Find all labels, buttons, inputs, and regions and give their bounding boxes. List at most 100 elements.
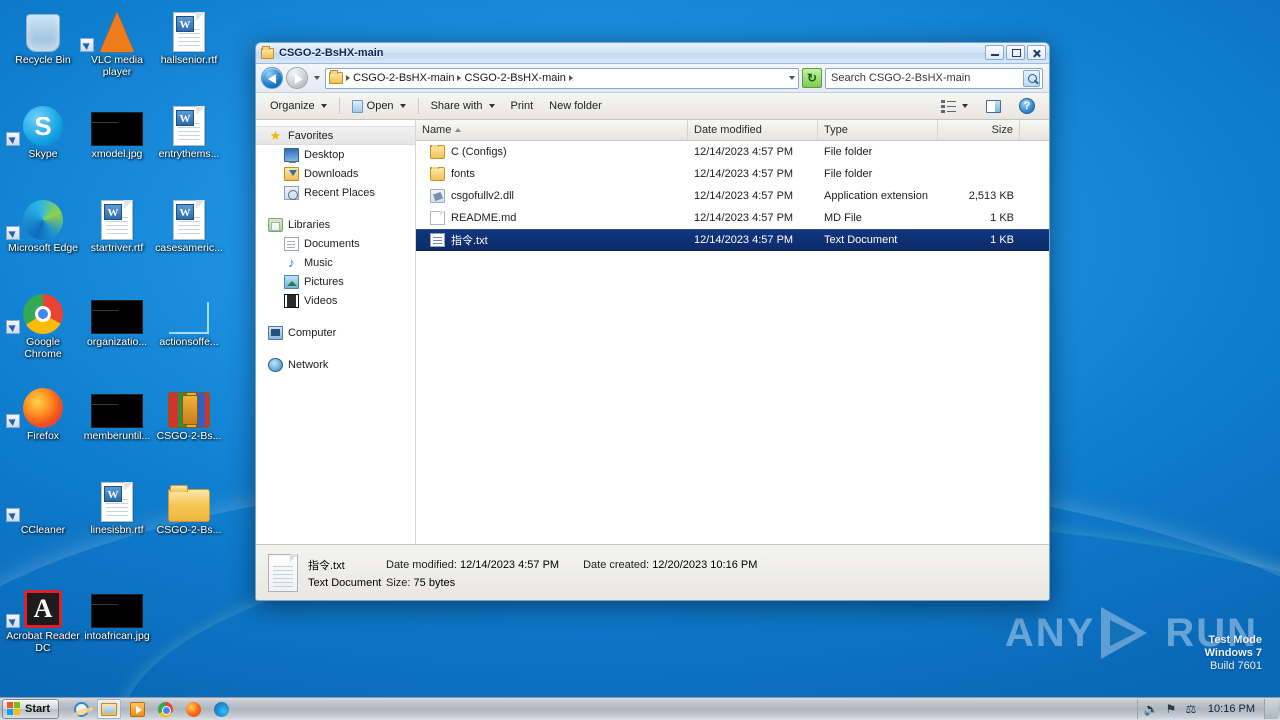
nav-pane-item-videos[interactable]: Videos bbox=[256, 291, 415, 310]
column-header-label: Size bbox=[991, 124, 1013, 136]
help-button[interactable]: ? bbox=[1011, 96, 1043, 117]
nav-pane-item-favorites[interactable]: ★ Favorites bbox=[256, 126, 415, 145]
nav-pane-item-pictures[interactable]: Pictures bbox=[256, 272, 415, 291]
desktop-icon-vlc-media-player[interactable]: VLC media player bbox=[80, 6, 154, 78]
taskbar[interactable]: Start 🔊 ⚑ ⚖ 10:16 PM bbox=[0, 697, 1280, 720]
taskbar-windows-explorer-button[interactable] bbox=[97, 699, 122, 719]
desktop-icon-ccleaner[interactable]: CCleaner bbox=[6, 476, 80, 537]
word-document-icon: W bbox=[80, 476, 154, 522]
preview-pane-button[interactable] bbox=[978, 96, 1009, 117]
desktop-icon bbox=[284, 147, 299, 163]
refresh-button[interactable]: ↻ bbox=[802, 68, 822, 88]
desktop-icon-startriver-rtf[interactable]: Wstartriver.rtf bbox=[80, 194, 154, 255]
table-row[interactable]: C (Configs) 12/14/2023 4:57 PM File folder bbox=[416, 141, 1049, 163]
show-desktop-button[interactable] bbox=[1264, 699, 1278, 719]
open-button[interactable]: Open bbox=[344, 96, 414, 117]
action-center-icon[interactable]: ⚖ bbox=[1184, 702, 1198, 716]
table-row[interactable]: csgofullv2.dll 12/14/2023 4:57 PM Applicat… bbox=[416, 185, 1049, 207]
desktop-icon-label: linesisbn.rtf bbox=[90, 524, 144, 536]
table-row[interactable]: 指令.txt 12/14/2023 4:57 PM Text Document 1 K… bbox=[416, 229, 1049, 251]
desktop-icon-recycle-bin[interactable]: Recycle Bin bbox=[6, 6, 80, 67]
taskbar-firefox-button[interactable] bbox=[181, 699, 205, 719]
desktop-icon-xmodel-jpg[interactable]: xmodel.jpg bbox=[80, 100, 154, 161]
change-view-button[interactable] bbox=[933, 96, 976, 117]
search-box[interactable]: Search CSGO-2-BsHX-main bbox=[825, 67, 1043, 89]
navigation-bar: CSGO-2-BsHX-main CSGO-2-BsHX-main ↻ Sear… bbox=[256, 64, 1049, 93]
search-input[interactable]: Search CSGO-2-BsHX-main bbox=[831, 72, 1023, 84]
file-list[interactable]: C (Configs) 12/14/2023 4:57 PM File folder… bbox=[416, 141, 1049, 544]
desktop-icon-skype[interactable]: S Skype bbox=[6, 100, 80, 161]
taskbar-internet-explorer-button[interactable] bbox=[69, 699, 93, 719]
breadcrumb-item-2[interactable]: CSGO-2-BsHX-main bbox=[464, 72, 565, 84]
desktop-icon-intoafrican-jpg[interactable]: intoafrican.jpg bbox=[80, 582, 154, 643]
nav-pane-label: Pictures bbox=[304, 275, 344, 288]
file-date-modified: 12/14/2023 4:57 PM bbox=[694, 212, 794, 224]
chevron-down-icon[interactable] bbox=[789, 76, 795, 80]
column-header-type[interactable]: Type bbox=[818, 120, 938, 140]
image-thumbnail-icon bbox=[80, 582, 154, 628]
column-header-blank[interactable] bbox=[1020, 120, 1049, 140]
test-mode-watermark: Test Mode Windows 7 Build 7601 bbox=[1205, 634, 1262, 673]
nav-pane-item-network[interactable]: Network bbox=[256, 355, 415, 374]
nav-pane-item-libraries[interactable]: Libraries bbox=[256, 215, 415, 234]
column-header-size[interactable]: Size bbox=[938, 120, 1020, 140]
file-size: 1 KB bbox=[990, 234, 1014, 246]
back-button[interactable] bbox=[261, 67, 283, 89]
desktop-icon-organizatio[interactable]: organizatio... bbox=[80, 288, 154, 349]
nav-pane-item-recent-places[interactable]: Recent Places bbox=[256, 183, 415, 202]
folder-icon bbox=[430, 145, 445, 159]
desktop-icon-label: casesameric... bbox=[155, 242, 223, 254]
volume-icon[interactable]: 🔊 bbox=[1144, 702, 1159, 716]
nav-pane-item-desktop[interactable]: Desktop bbox=[256, 145, 415, 164]
breadcrumb-item-1[interactable]: CSGO-2-BsHX-main bbox=[353, 72, 454, 84]
column-header-row[interactable]: Name Date modified Type Size bbox=[416, 120, 1049, 141]
desktop-icon-memberuntil[interactable]: memberuntil... bbox=[80, 382, 154, 443]
desktop-icon-label: Microsoft Edge bbox=[7, 242, 79, 254]
close-button[interactable] bbox=[1027, 45, 1046, 60]
address-bar[interactable]: CSGO-2-BsHX-main CSGO-2-BsHX-main bbox=[325, 67, 799, 89]
taskbar-clock[interactable]: 10:16 PM bbox=[1204, 703, 1259, 715]
nav-pane-item-music[interactable]: ♪ Music bbox=[256, 253, 415, 272]
navigation-pane[interactable]: ★ Favorites Desktop Downloads Recent Places L… bbox=[256, 120, 416, 544]
window-title-bar[interactable]: CSGO-2-BsHX-main bbox=[256, 43, 1049, 64]
search-icon[interactable] bbox=[1023, 69, 1040, 87]
forward-button[interactable] bbox=[286, 67, 308, 89]
share-with-button[interactable]: Share with bbox=[423, 96, 503, 117]
desktop-icon-linesisbn-rtf[interactable]: Wlinesisbn.rtf bbox=[80, 476, 154, 537]
taskbar-chrome-button[interactable] bbox=[153, 699, 177, 719]
desktop-icon-google-chrome[interactable]: Google Chrome bbox=[6, 288, 80, 360]
nav-pane-item-computer[interactable]: Computer bbox=[256, 323, 415, 342]
desktop-icon-casesameric[interactable]: Wcasesameric... bbox=[152, 194, 226, 255]
table-row[interactable]: README.md 12/14/2023 4:57 PM MD File 1 KB bbox=[416, 207, 1049, 229]
maximize-button[interactable] bbox=[1006, 45, 1025, 60]
desktop-icon-csgo-2-bs[interactable]: CSGO-2-Bs... bbox=[152, 476, 226, 537]
details-filename: 指令.txt bbox=[308, 559, 345, 572]
new-folder-button[interactable]: New folder bbox=[541, 96, 610, 117]
desktop-icon-actionsoffe[interactable]: actionsoffe... bbox=[152, 288, 226, 349]
print-button[interactable]: Print bbox=[503, 96, 542, 117]
test-mode-line1: Test Mode bbox=[1208, 634, 1262, 646]
desktop-icon-entrythems[interactable]: Wentrythems... bbox=[152, 100, 226, 161]
desktop-icon-microsoft-edge[interactable]: Microsoft Edge bbox=[6, 194, 80, 255]
downloads-icon bbox=[284, 166, 299, 181]
column-header-date-modified[interactable]: Date modified bbox=[688, 120, 818, 140]
minimize-button[interactable] bbox=[985, 45, 1004, 60]
taskbar-media-player-button[interactable] bbox=[125, 699, 149, 719]
watermark-text-any: ANY bbox=[1004, 610, 1096, 655]
nav-pane-label: Music bbox=[304, 256, 333, 269]
nav-pane-item-documents[interactable]: Documents bbox=[256, 234, 415, 253]
nav-pane-item-downloads[interactable]: Downloads bbox=[256, 164, 415, 183]
organize-button[interactable]: Organize bbox=[262, 96, 335, 117]
column-header-name[interactable]: Name bbox=[416, 120, 688, 140]
table-row[interactable]: fonts 12/14/2023 4:57 PM File folder bbox=[416, 163, 1049, 185]
desktop-icon-csgo-2-bs[interactable]: CSGO-2-Bs... bbox=[152, 382, 226, 443]
network-flag-icon[interactable]: ⚑ bbox=[1164, 702, 1178, 716]
explorer-window[interactable]: CSGO-2-BsHX-main CSGO-2-BsHX-main CSGO-2… bbox=[255, 42, 1050, 601]
desktop-icon-acrobat-reader-dc[interactable]: A Acrobat Reader DC bbox=[6, 582, 80, 654]
taskbar-edge-button[interactable] bbox=[209, 699, 233, 719]
desktop-icon-hallsenior-rtf[interactable]: Whallsenior.rtf bbox=[152, 6, 226, 67]
file-list-pane[interactable]: Name Date modified Type Size C (Configs) 12/… bbox=[416, 120, 1049, 544]
start-button[interactable]: Start bbox=[2, 699, 60, 719]
recent-pages-dropdown[interactable] bbox=[311, 68, 322, 88]
desktop-icon-firefox[interactable]: Firefox bbox=[6, 382, 80, 443]
